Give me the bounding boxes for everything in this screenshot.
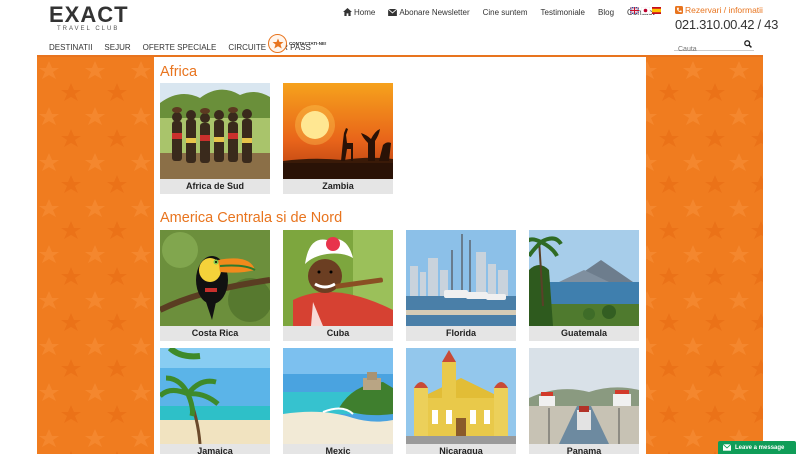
logo-subtitle: TRAVEL CLUB (57, 26, 120, 32)
destination-tile-florida[interactable]: Florida (406, 230, 516, 341)
leave-message-label: Leave a message (735, 444, 785, 451)
reservations-link[interactable]: Rezervari / informatii (675, 5, 763, 15)
main-nav-tours[interactable]: CIRCUITE (228, 43, 266, 52)
contact-badge-label: CONTACTATI-NE! (289, 41, 327, 46)
language-selector (630, 7, 661, 14)
tile-caption: Zambia (283, 179, 393, 194)
tile-caption: Cuba (283, 326, 393, 341)
destination-tile-cuba[interactable]: Cuba (283, 230, 393, 341)
top-nav-newsletter[interactable]: Abonare Newsletter (388, 7, 470, 17)
envelope-icon (388, 8, 398, 16)
toucan-photo (160, 230, 270, 326)
cathedral-photo (406, 348, 516, 444)
japan-flag-icon[interactable] (641, 7, 650, 14)
reservations-label: Rezervari / informatii (685, 5, 763, 15)
destination-tile-africa-de-sud[interactable]: Africa de Sud (160, 83, 270, 194)
top-nav-home-label: Home (354, 7, 376, 17)
page: EXACT TRAVEL CLUB Home Abonare Newslette… (0, 0, 800, 454)
main-nav-special-offers[interactable]: OFERTE SPECIALE (143, 43, 217, 52)
sunset-giraffe-photo (283, 83, 393, 179)
envelope-icon (723, 444, 731, 451)
star-person-icon (272, 38, 283, 48)
home-icon (343, 8, 352, 16)
destination-tile-panama[interactable]: Panama (529, 348, 639, 454)
spain-flag-icon[interactable] (652, 7, 661, 14)
destination-tile-jamaica[interactable]: Jamaica (160, 348, 270, 454)
main-nav-destinations[interactable]: DESTINATII (49, 43, 92, 52)
people-group-photo (160, 83, 270, 179)
destination-tile-nicaragua[interactable]: Nicaragua (406, 348, 516, 454)
tile-caption: Africa de Sud (160, 179, 270, 194)
contact-badge-circle (268, 34, 287, 53)
destination-tile-zambia[interactable]: Zambia (283, 83, 393, 194)
search-box (674, 38, 754, 56)
section-title-africa: Africa (160, 64, 198, 80)
header: EXACT TRAVEL CLUB Home Abonare Newslette… (0, 0, 800, 56)
destination-tile-guatemala[interactable]: Guatemala (529, 230, 639, 341)
tile-caption: Jamaica (160, 444, 270, 454)
tile-caption: Florida (406, 326, 516, 341)
phone-icon (675, 6, 683, 14)
tile-caption: Costa Rica (160, 326, 270, 341)
top-nav-about[interactable]: Cine suntem (483, 8, 528, 17)
tile-caption: Panama (529, 444, 639, 454)
woman-cigar-photo (283, 230, 393, 326)
canal-locks-photo (529, 348, 639, 444)
top-nav-newsletter-label: Abonare Newsletter (399, 7, 470, 17)
contact-us-badge[interactable]: CONTACTATI-NE! (268, 34, 327, 53)
top-nav-testimonials[interactable]: Testimoniale (541, 8, 585, 17)
tile-caption: Guatemala (529, 326, 639, 341)
main-nav-sejur[interactable]: SEJUR (104, 43, 130, 52)
leave-message-widget[interactable]: Leave a message (718, 441, 796, 454)
lake-volcano-photo (529, 230, 639, 326)
destination-tile-mexic[interactable]: Mexic (283, 348, 393, 454)
palm-beach-photo (160, 348, 270, 444)
search-icon[interactable] (744, 40, 752, 48)
logo-word: EXACT (49, 2, 129, 27)
top-nav: Home Abonare Newsletter Cine suntem Test… (343, 6, 668, 18)
top-nav-home[interactable]: Home (343, 8, 375, 17)
header-divider (37, 55, 763, 57)
beach-ruins-photo (283, 348, 393, 444)
section-title-america: America Centrala si de Nord (160, 210, 343, 226)
destination-tile-costa-rica[interactable]: Costa Rica (160, 230, 270, 341)
tile-caption: Nicaragua (406, 444, 516, 454)
top-nav-blog[interactable]: Blog (598, 8, 614, 17)
search-input[interactable] (674, 43, 740, 56)
marina-skyline-photo (406, 230, 516, 326)
phone-number[interactable]: 021.310.00.42 / 43 (675, 17, 778, 32)
exact-logo[interactable]: EXACT TRAVEL CLUB (49, 4, 128, 33)
english-flag-icon[interactable] (630, 7, 639, 14)
tile-caption: Mexic (283, 444, 393, 454)
